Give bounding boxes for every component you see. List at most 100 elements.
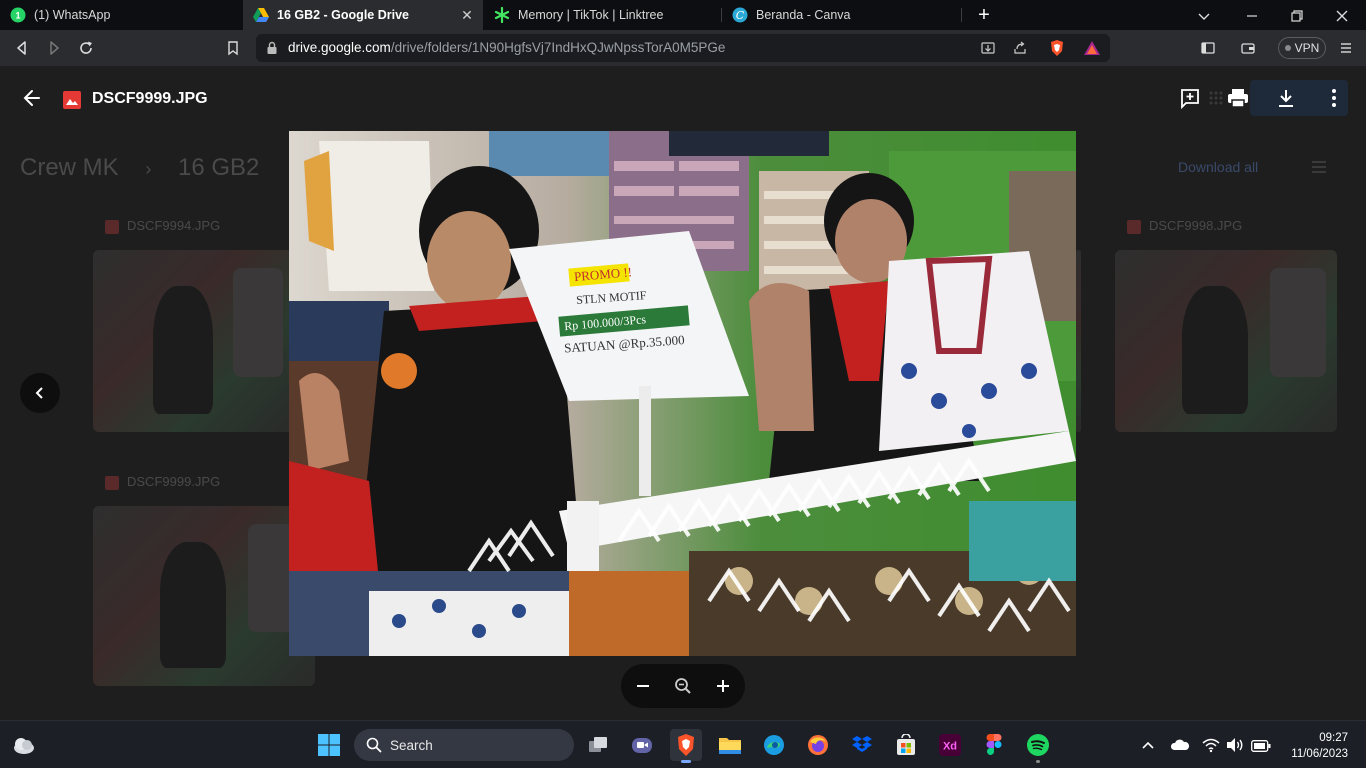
zoom-reset-icon[interactable]	[669, 672, 697, 700]
figma-icon[interactable]	[978, 729, 1010, 761]
system-clock[interactable]: 09:27 11/06/2023	[1291, 730, 1348, 762]
add-comment-icon[interactable]	[1174, 82, 1206, 114]
new-tab-icon[interactable]: +	[974, 5, 994, 25]
tab-label: 16 GB2 - Google Drive	[277, 8, 409, 22]
vpn-button[interactable]: VPN	[1278, 37, 1326, 59]
svg-text:Xd: Xd	[943, 741, 957, 753]
chevron-down-icon[interactable]	[1196, 8, 1212, 24]
lock-icon	[266, 41, 278, 60]
reload-icon[interactable]	[74, 36, 98, 60]
firefox-icon[interactable]	[802, 729, 834, 761]
breadcrumb: Crew MK › 16 GB2	[20, 154, 259, 182]
zoom-in-icon[interactable]	[709, 672, 737, 700]
more-options-icon[interactable]	[1318, 82, 1350, 114]
edge-icon[interactable]	[758, 729, 790, 761]
file-name: DSCF9994.JPG	[127, 218, 221, 233]
canva-icon: C	[732, 7, 748, 23]
whatsapp-icon: 1	[10, 7, 26, 23]
bookmark-icon[interactable]	[221, 36, 245, 60]
file-name: DSCF9999.JPG	[127, 474, 221, 489]
search-icon	[366, 737, 382, 758]
download-all-link: Download all	[1178, 159, 1259, 175]
svg-text:1: 1	[15, 11, 20, 21]
spotify-icon[interactable]	[1022, 729, 1054, 763]
install-app-icon[interactable]	[980, 40, 996, 61]
running-indicator	[1036, 760, 1040, 763]
photo-illustration: PROMO !! STLN MOTIF Rp 100.000/3Pcs SATU…	[289, 131, 1076, 656]
file-explorer-icon[interactable]	[714, 729, 746, 761]
close-icon[interactable]: ✕	[459, 7, 475, 23]
weather-icon[interactable]	[12, 734, 36, 756]
file-thumbnail	[1115, 250, 1337, 432]
menu-icon[interactable]	[1334, 36, 1358, 60]
teams-chat-icon[interactable]	[626, 729, 658, 761]
file-thumbnail-edge	[1076, 250, 1081, 432]
taskbar-search[interactable]: Search	[354, 729, 574, 761]
close-window-icon[interactable]	[1334, 8, 1350, 24]
tab-linktree[interactable]: Memory | TikTok | Linktree	[484, 0, 720, 30]
task-view-icon[interactable]	[582, 729, 614, 761]
windows-taskbar: Search Xd 09:27 11/06/2023	[0, 720, 1366, 768]
tab-canva[interactable]: C Beranda - Canva	[722, 0, 960, 30]
dropbox-icon[interactable]	[846, 729, 878, 761]
list-view-icon	[1312, 160, 1326, 173]
url-host: drive.google.com	[288, 40, 391, 55]
adobe-xd-icon[interactable]: Xd	[934, 729, 966, 761]
back-arrow-icon[interactable]	[16, 82, 48, 114]
zoom-controls	[621, 664, 745, 708]
search-label: Search	[390, 738, 433, 753]
svg-text:C: C	[736, 9, 745, 22]
wallet-icon[interactable]	[1236, 36, 1260, 60]
tab-label: Memory | TikTok | Linktree	[518, 8, 664, 22]
file-name: DSCF9998.JPG	[1149, 218, 1243, 233]
google-drive-icon	[253, 7, 269, 23]
brave-shields-icon[interactable]	[1049, 39, 1065, 62]
viewer-header: DSCF9999.JPG	[0, 66, 1366, 130]
forward-icon[interactable]	[42, 36, 66, 60]
url-text: drive.google.com/drive/folders/1N90HgfsV…	[288, 40, 725, 55]
url-path: /drive/folders/1N90HgfsVj7IndHxQJwNpssTo…	[390, 40, 726, 55]
onedrive-cloud-icon[interactable]	[1170, 737, 1190, 753]
tab-whatsapp[interactable]: 1 (1) WhatsApp	[0, 0, 242, 30]
tab-google-drive[interactable]: 16 GB2 - Google Drive ✕	[243, 0, 483, 30]
browser-tab-strip: 1 (1) WhatsApp 16 GB2 - Google Drive ✕ M…	[0, 0, 1366, 30]
address-bar[interactable]: drive.google.com/drive/folders/1N90HgfsV…	[256, 34, 1110, 62]
chevron-left-icon	[35, 387, 43, 399]
image-file-icon	[105, 475, 119, 490]
tab-divider	[961, 8, 962, 22]
viewer-filename: DSCF9999.JPG	[92, 90, 208, 107]
breadcrumb-item: 16 GB2	[178, 154, 260, 181]
volume-icon[interactable]	[1226, 737, 1244, 753]
brave-browser-icon[interactable]	[670, 729, 702, 763]
breadcrumb-item: Crew MK	[20, 154, 119, 181]
file-label: DSCF9994.JPG	[105, 218, 220, 234]
restore-icon[interactable]	[1289, 8, 1305, 24]
previous-file-button[interactable]	[20, 373, 60, 413]
microsoft-store-icon[interactable]	[890, 729, 922, 761]
chevron-right-icon: ›	[145, 159, 152, 179]
image-preview: PROMO !! STLN MOTIF Rp 100.000/3Pcs SATU…	[289, 131, 1076, 656]
image-file-icon	[1127, 219, 1141, 234]
minimize-icon[interactable]	[1244, 8, 1260, 24]
sidebar-icon[interactable]	[1196, 36, 1220, 60]
chevron-up-icon[interactable]	[1140, 737, 1156, 753]
share-icon[interactable]	[1012, 40, 1028, 61]
battery-icon[interactable]	[1251, 739, 1271, 752]
file-label: DSCF9999.JPG	[105, 474, 220, 490]
file-label: DSCF9998.JPG	[1127, 218, 1242, 234]
download-icon[interactable]	[1270, 82, 1302, 114]
clock-time: 09:27	[1319, 732, 1348, 744]
file-thumbnail	[93, 250, 293, 432]
brave-rewards-icon[interactable]	[1083, 40, 1101, 61]
back-icon[interactable]	[10, 36, 34, 60]
linktree-icon	[494, 7, 510, 23]
tab-label: (1) WhatsApp	[34, 8, 111, 22]
file-thumbnail	[93, 506, 315, 686]
active-indicator	[681, 760, 691, 763]
image-file-icon	[105, 219, 119, 234]
windows-start-icon[interactable]	[313, 729, 345, 761]
tab-label: Beranda - Canva	[756, 8, 851, 22]
vpn-label: VPN	[1294, 41, 1320, 55]
wifi-icon[interactable]	[1202, 737, 1220, 753]
zoom-out-icon[interactable]	[629, 672, 657, 700]
